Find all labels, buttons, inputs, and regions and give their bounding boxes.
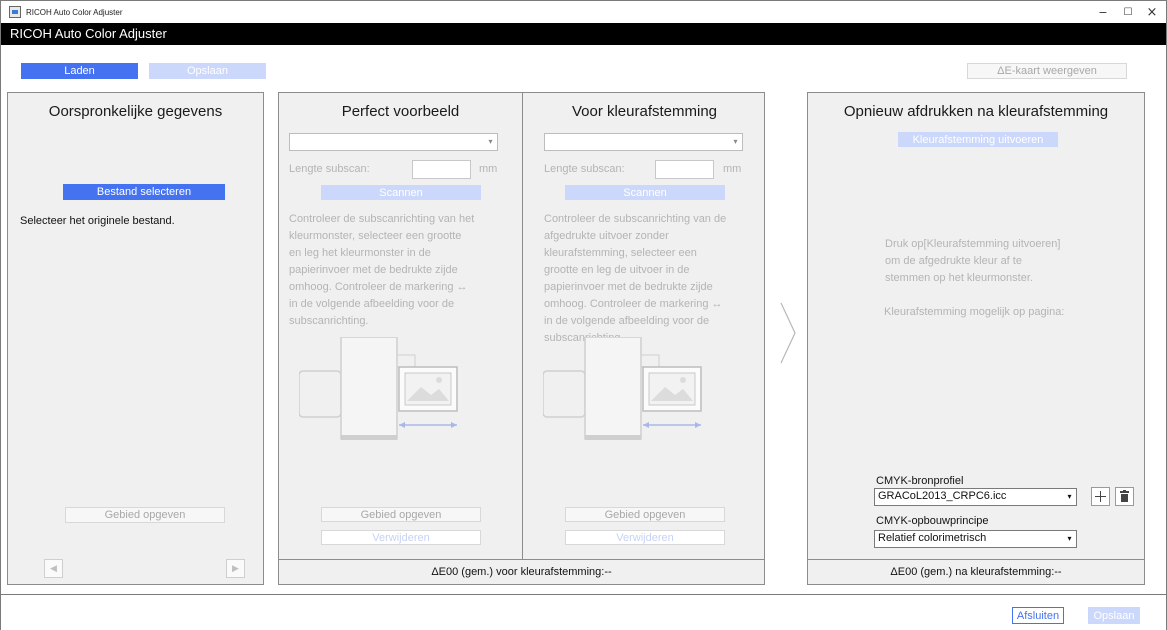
chevron-down-icon: ▾ (488, 137, 493, 146)
arrow-right-icon (780, 302, 796, 364)
scan-panels: Perfect voorbeeld ▾ Lengte subscan: mm S… (278, 92, 765, 585)
cmyk-source-select[interactable]: GRACoL2013_CRPC6.icc ▾ (874, 488, 1077, 506)
chevron-down-icon: ▾ (733, 137, 738, 146)
before-area-button[interactable]: Gebied opgeven (565, 507, 725, 522)
app-header-title: RICOH Auto Color Adjuster (1, 23, 1166, 45)
before-delete-button[interactable]: Verwijderen (565, 530, 725, 545)
perfect-sample-panel: Perfect voorbeeld ▾ Lengte subscan: mm S… (279, 93, 522, 560)
app-icon (9, 6, 21, 18)
before-subscan-label: Lengte subscan: (544, 163, 625, 175)
perfect-subscan-unit: mm (479, 163, 498, 175)
original-panel-title: Oorspronkelijke gegevens (48, 103, 223, 120)
cmyk-source-value: GRACoL2013_CRPC6.icc (878, 490, 1007, 502)
next-page-icon[interactable]: ▶ (226, 559, 245, 578)
reprint-panel-title: Opnieuw afdrukken na kleurafstemming (843, 103, 1109, 120)
perfect-size-select[interactable]: ▾ (289, 133, 498, 151)
perfect-subscan-input[interactable] (412, 160, 471, 179)
perfect-subscan-label: Lengte subscan: (289, 163, 370, 175)
close-button[interactable]: × (1137, 1, 1167, 23)
reprint-instructions: Druk op[Kleurafstemming uitvoeren] om de… (885, 238, 1061, 284)
close-app-button[interactable]: Afsluiten (1012, 607, 1064, 624)
chevron-down-icon: ▾ (1067, 534, 1072, 543)
save-bottom-button[interactable]: Opslaan (1088, 607, 1140, 624)
matching-pages-label: Kleurafstemming mogelijk op pagina: (884, 306, 1065, 318)
cmyk-intent-value: Relatief colorimetrisch (878, 532, 987, 544)
before-subscan-input[interactable] (655, 160, 714, 179)
de-map-button[interactable]: ΔE-kaart weergeven (967, 63, 1127, 79)
after-de-value: ΔE00 (gem.) na kleurafstemming:-- (808, 559, 1144, 584)
prev-page-icon[interactable]: ◀ (44, 559, 63, 578)
before-matching-panel: Voor kleurafstemming ▾ Lengte subscan: m… (523, 93, 766, 560)
perfect-delete-button[interactable]: Verwijderen (321, 530, 481, 545)
perfect-area-button[interactable]: Gebied opgeven (321, 507, 481, 522)
cmyk-intent-select[interactable]: Relatief colorimetrisch ▾ (874, 530, 1077, 548)
scanner-illustration-icon (299, 337, 458, 440)
delete-profile-icon[interactable] (1115, 487, 1134, 506)
before-panel-title: Voor kleurafstemming (571, 103, 718, 120)
before-de-value: ΔE00 (gem.) voor kleurafstemming:-- (279, 559, 764, 584)
reprint-panel: Opnieuw afdrukken na kleurafstemming Kle… (807, 92, 1145, 585)
add-profile-icon[interactable] (1091, 487, 1110, 506)
before-instructions: Controleer de subscanrichting van de afg… (544, 213, 727, 344)
run-matching-button[interactable]: Kleurafstemming uitvoeren (898, 132, 1058, 147)
cmyk-intent-label: CMYK-opbouwprincipe (876, 515, 989, 527)
perfect-panel-title: Perfect voorbeeld (341, 103, 460, 120)
scanner-illustration-icon (543, 337, 702, 440)
before-scan-button[interactable]: Scannen (565, 185, 725, 200)
chevron-down-icon: ▾ (1067, 492, 1072, 501)
before-size-select[interactable]: ▾ (544, 133, 743, 151)
select-file-hint: Selecteer het originele bestand. (20, 215, 175, 227)
perfect-scan-button[interactable]: Scannen (321, 185, 481, 200)
window-titlebar: RICOH Auto Color Adjuster (1, 1, 1166, 23)
bottom-action-bar: Afsluiten Opslaan (1, 594, 1166, 630)
select-file-button[interactable]: Bestand selecteren (63, 184, 225, 200)
original-area-button[interactable]: Gebied opgeven (65, 507, 225, 523)
before-subscan-unit: mm (723, 163, 742, 175)
perfect-instructions: Controleer de subscanrichting van het kl… (289, 213, 475, 327)
app-window: RICOH Auto Color Adjuster − ☐ × RICOH Au… (0, 0, 1167, 630)
original-data-panel: Oorspronkelijke gegevens Bestand selecte… (7, 92, 264, 585)
window-title: RICOH Auto Color Adjuster (26, 7, 123, 17)
load-button[interactable]: Laden (21, 63, 138, 79)
save-top-button[interactable]: Opslaan (149, 63, 266, 79)
